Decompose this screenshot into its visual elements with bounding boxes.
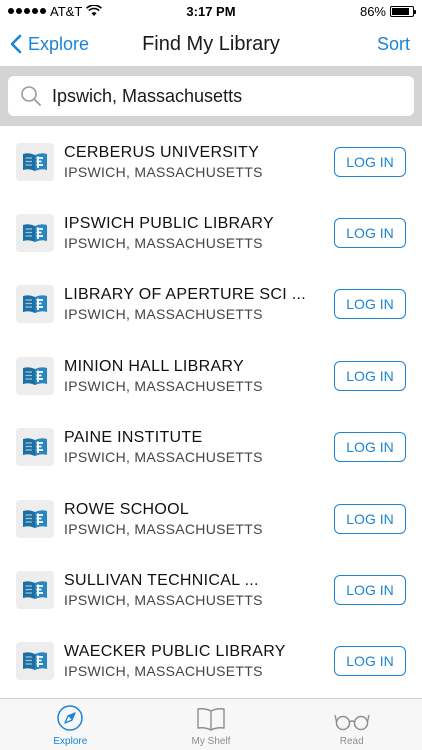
library-name: MINION HALL LIBRARY [64, 357, 244, 375]
library-info: LIBRARY OF APERTURE SCI ... IPSWICH, MAS… [64, 286, 326, 322]
library-logo-icon [16, 642, 54, 681]
library-row[interactable]: PAINE INSTITUTE IPSWICH, MASSACHUSETTS L… [0, 412, 422, 483]
chevron-left-icon [10, 34, 22, 54]
log-in-button[interactable]: LOG IN [334, 432, 406, 463]
search-bar-container [0, 66, 422, 126]
library-location: IPSWICH, MASSACHUSETTS [64, 306, 263, 323]
library-logo-icon [16, 571, 54, 610]
status-right: 86% [359, 3, 416, 19]
log-in-button[interactable]: LOG IN [334, 360, 406, 391]
tab-read-label: Read [339, 736, 364, 747]
battery-percent: 86% [359, 3, 386, 19]
tab-explore[interactable]: Explore [0, 699, 141, 750]
tab-my-shelf[interactable]: My Shelf [141, 699, 282, 750]
carrier-label: AT&T [50, 3, 83, 19]
library-location: IPSWICH, MASSACHUSETTS [64, 592, 263, 609]
back-button[interactable]: Explore [10, 22, 89, 66]
library-row[interactable]: SULLIVAN TECHNICAL ... IPSWICH, MASSACHU… [0, 554, 422, 625]
library-row[interactable]: ROWE SCHOOL IPSWICH, MASSACHUSETTS LOG I… [0, 483, 422, 554]
search-box[interactable] [8, 76, 414, 116]
library-logo-icon [16, 142, 54, 181]
glasses-icon [334, 714, 370, 731]
library-location: IPSWICH, MASSACHUSETTS [64, 520, 263, 537]
library-info: PAINE INSTITUTE IPSWICH, MASSACHUSETTS [64, 429, 326, 465]
back-button-label: Explore [28, 33, 90, 54]
library-row[interactable]: IPSWICH PUBLIC LIBRARY IPSWICH, MASSACHU… [0, 197, 422, 268]
signal-strength-icon [8, 8, 46, 14]
log-in-button[interactable]: LOG IN [334, 146, 406, 177]
library-logo-icon [16, 428, 54, 467]
library-info: MINION HALL LIBRARY IPSWICH, MASSACHUSET… [64, 358, 326, 394]
library-row[interactable]: LIBRARY OF APERTURE SCI ... IPSWICH, MAS… [0, 269, 422, 340]
page-title: Find My Library [142, 32, 280, 55]
library-name: WAECKER PUBLIC LIBRARY [64, 643, 286, 661]
log-in-button[interactable]: LOG IN [334, 218, 406, 249]
battery-icon [390, 5, 416, 17]
log-in-button[interactable]: LOG IN [334, 503, 406, 534]
library-info: WAECKER PUBLIC LIBRARY IPSWICH, MASSACHU… [64, 643, 326, 679]
library-row[interactable]: MINION HALL LIBRARY IPSWICH, MASSACHUSET… [0, 340, 422, 411]
compass-icon [57, 705, 84, 731]
status-bar: AT&T 3:17 PM 86% [0, 0, 422, 22]
library-info: IPSWICH PUBLIC LIBRARY IPSWICH, MASSACHU… [64, 215, 326, 251]
library-logo-icon [16, 285, 54, 324]
library-row[interactable]: CERBERUS UNIVERSITY IPSWICH, MASSACHUSET… [0, 126, 422, 197]
library-logo-icon [16, 214, 54, 253]
library-location: IPSWICH, MASSACHUSETTS [64, 663, 263, 680]
search-icon [21, 86, 41, 106]
library-name: IPSWICH PUBLIC LIBRARY [64, 215, 274, 233]
library-location: IPSWICH, MASSACHUSETTS [64, 449, 263, 466]
tab-bar: Explore My Shelf Read [0, 698, 422, 750]
wifi-icon [86, 5, 103, 16]
library-row[interactable]: WAECKER PUBLIC LIBRARY IPSWICH, MASSACHU… [0, 626, 422, 697]
navigation-bar: Explore Find My Library Sort [0, 22, 422, 66]
library-info: CERBERUS UNIVERSITY IPSWICH, MASSACHUSET… [64, 144, 326, 180]
tab-my-shelf-label: My Shelf [191, 736, 231, 747]
library-location: IPSWICH, MASSACHUSETTS [64, 235, 263, 252]
book-icon [197, 708, 225, 731]
library-name: SULLIVAN TECHNICAL ... [64, 572, 259, 590]
library-list: CERBERUS UNIVERSITY IPSWICH, MASSACHUSET… [0, 126, 422, 698]
sort-button[interactable]: Sort [377, 22, 410, 66]
battery-fill [392, 7, 410, 15]
library-logo-icon [16, 499, 54, 538]
library-location: IPSWICH, MASSACHUSETTS [64, 377, 263, 394]
status-left: AT&T [8, 3, 103, 19]
library-info: SULLIVAN TECHNICAL ... IPSWICH, MASSACHU… [64, 572, 326, 608]
search-input[interactable] [52, 85, 402, 107]
library-name: ROWE SCHOOL [64, 500, 190, 518]
library-name: CERBERUS UNIVERSITY [64, 143, 260, 161]
library-info: ROWE SCHOOL IPSWICH, MASSACHUSETTS [64, 501, 326, 537]
library-location: IPSWICH, MASSACHUSETTS [64, 163, 263, 180]
log-in-button[interactable]: LOG IN [334, 289, 406, 320]
log-in-button[interactable]: LOG IN [334, 575, 406, 606]
library-logo-icon [16, 356, 54, 395]
log-in-button[interactable]: LOG IN [334, 646, 406, 677]
library-name: LIBRARY OF APERTURE SCI ... [64, 286, 306, 304]
tab-explore-label: Explore [53, 736, 88, 747]
tab-read[interactable]: Read [281, 699, 422, 750]
library-name: PAINE INSTITUTE [64, 429, 203, 447]
